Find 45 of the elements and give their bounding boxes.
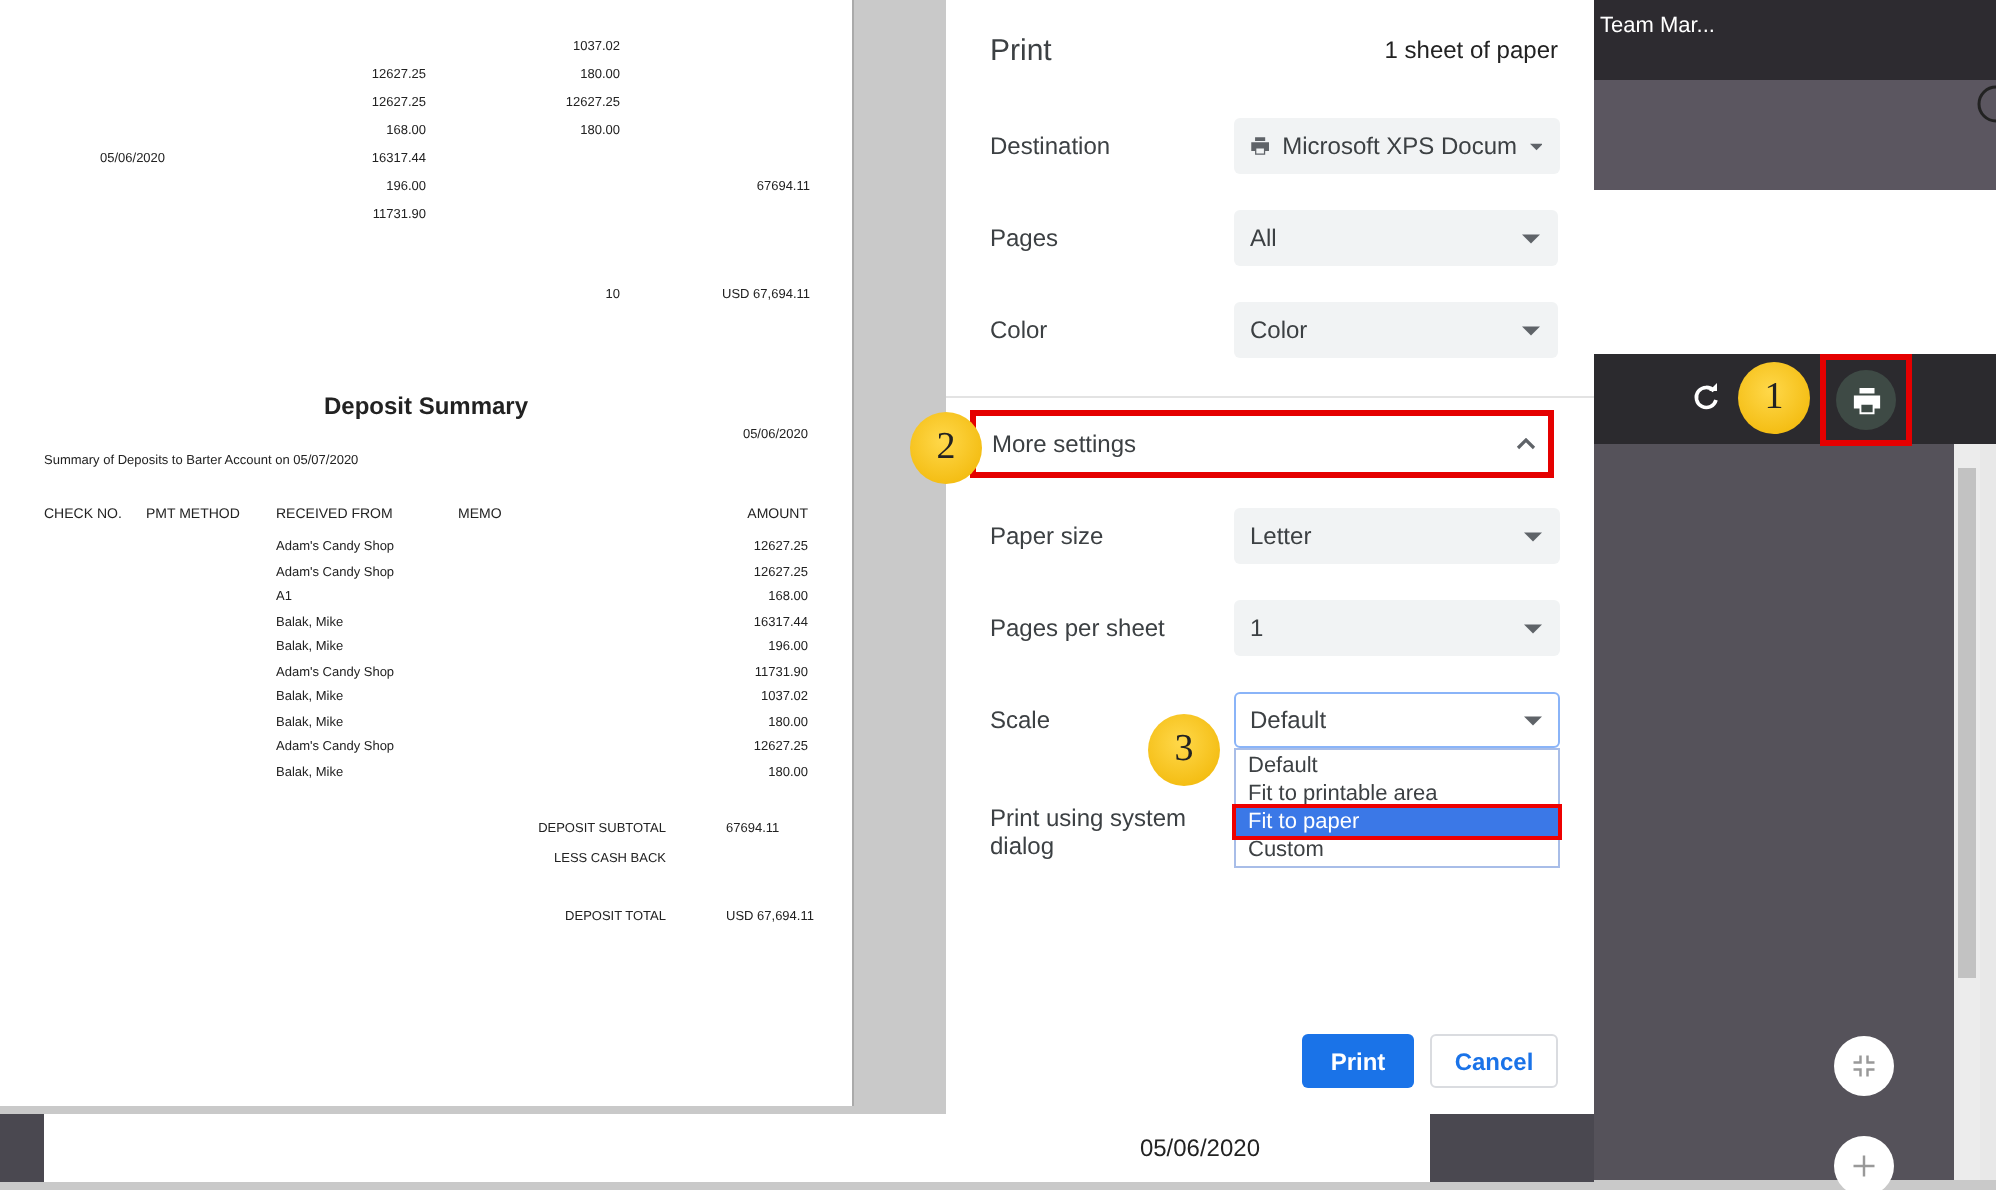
setting-label: Print using system dialog <box>990 804 1189 860</box>
more-settings-toggle[interactable]: More settings <box>970 410 1554 478</box>
sheet-count: 1 sheet of paper <box>1384 36 1558 64</box>
caret-icon <box>1524 715 1542 725</box>
dropdown-select[interactable]: Default <box>1234 692 1560 748</box>
dropdown-option[interactable]: Fit to printable area <box>1236 780 1558 808</box>
rotate-icon[interactable] <box>1690 382 1722 414</box>
dropdown-option[interactable]: Custom <box>1236 836 1558 864</box>
shrink-icon <box>1850 1052 1878 1080</box>
dropdown-option[interactable]: Fit to paper <box>1236 808 1558 836</box>
scrollbar[interactable] <box>1954 444 1980 1180</box>
dropdown-select[interactable]: Microsoft XPS Docum <box>1234 118 1560 174</box>
plus-icon <box>1850 1152 1878 1180</box>
shrink-button[interactable] <box>1834 1036 1894 1096</box>
viewer-background <box>0 1114 44 1182</box>
dialog-title: Print <box>990 33 1052 67</box>
report-title: Deposit Summary <box>321 392 531 420</box>
setting-label: Scale <box>990 706 1053 734</box>
print-button[interactable]: Print <box>1302 1034 1414 1088</box>
zoom-in-button[interactable] <box>1834 1136 1894 1190</box>
setting-label: Color <box>990 316 1050 344</box>
dropdown-option[interactable]: Default <box>1236 752 1558 780</box>
dropdown-select[interactable]: Color <box>1234 302 1558 358</box>
step-number-badge: 2 <box>910 412 982 484</box>
printer-icon <box>1851 385 1881 415</box>
caret-icon <box>1522 233 1540 243</box>
caret-icon <box>1529 141 1542 151</box>
setting-label: Paper size <box>990 522 1106 550</box>
caret-icon <box>1524 531 1542 541</box>
caret-icon <box>1522 325 1540 335</box>
dropdown-select[interactable]: 1 <box>1234 600 1560 656</box>
caret-icon <box>1524 623 1542 633</box>
print-icon-button[interactable] <box>1836 370 1896 430</box>
chevron-up-icon <box>1516 438 1536 450</box>
dropdown-select[interactable]: Letter <box>1234 508 1560 564</box>
step-number-badge: 3 <box>1148 714 1220 786</box>
setting-label: Pages per sheet <box>990 614 1167 642</box>
dropdown-select[interactable]: All <box>1234 210 1558 266</box>
date-text: 05/06/2020 <box>1139 1134 1260 1162</box>
setting-label: Destination <box>990 132 1113 160</box>
step-number-badge: 1 <box>1738 362 1810 434</box>
printer-icon <box>1250 132 1271 160</box>
setting-label: Pages <box>990 224 1061 252</box>
cancel-button[interactable]: Cancel <box>1430 1034 1558 1088</box>
tab-title[interactable]: Team Mar... <box>1600 14 1715 38</box>
